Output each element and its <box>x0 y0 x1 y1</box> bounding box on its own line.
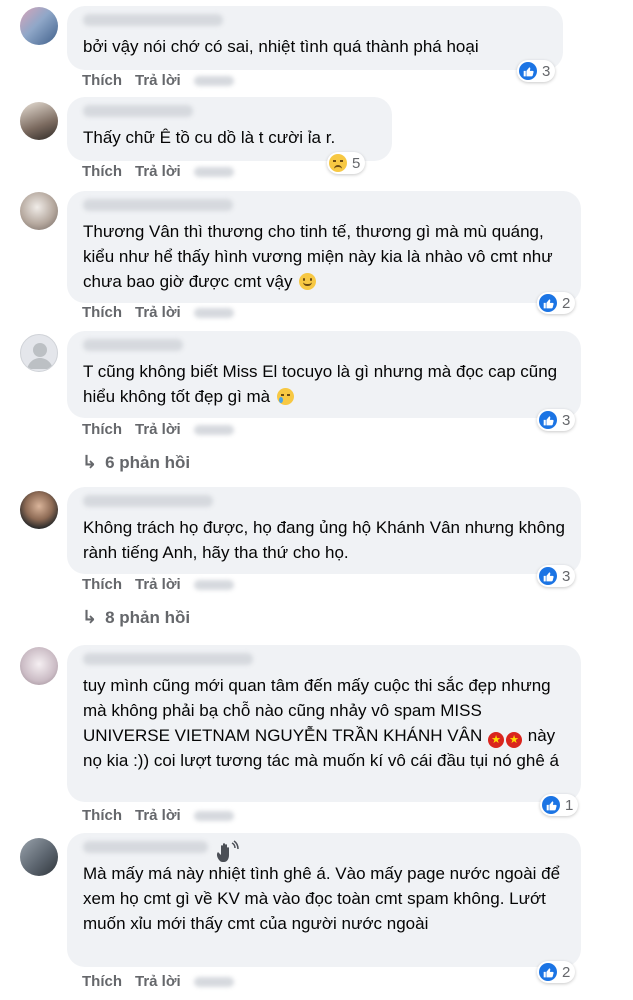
reaction-summary[interactable]: 5 <box>327 152 366 174</box>
author-name-blurred[interactable] <box>83 653 253 665</box>
reply-button[interactable]: Trả lời <box>135 807 181 824</box>
reaction-summary[interactable]: 2 <box>537 961 576 983</box>
comment-text: Thấy chữ Ê tồ cu dồ là t cười ỉa r. <box>83 128 336 147</box>
timestamp-blurred[interactable] <box>193 977 234 988</box>
like-button[interactable]: Thích <box>82 576 122 593</box>
timestamp-blurred[interactable] <box>193 811 234 822</box>
reaction-count: 3 <box>562 567 571 585</box>
smile-emoji-icon <box>299 273 317 290</box>
like-button[interactable]: Thích <box>82 72 122 89</box>
vietnam-flag-icon: ★ <box>506 732 522 748</box>
like-button[interactable]: Thích <box>82 163 122 180</box>
author-name-blurred[interactable] <box>83 14 223 26</box>
like-button[interactable]: Thích <box>82 421 122 438</box>
author-name-blurred[interactable] <box>83 495 213 507</box>
avatar[interactable] <box>20 491 58 529</box>
reply-arrow-icon: ↳ <box>82 607 98 627</box>
vietnam-flag-icon: ★ <box>488 732 504 748</box>
reaction-count: 2 <box>562 963 571 981</box>
timestamp-blurred[interactable] <box>193 76 234 87</box>
comment-actions: Thích Trả lời <box>82 421 247 438</box>
reaction-count: 5 <box>352 154 361 172</box>
reply-button[interactable]: Trả lời <box>135 163 181 180</box>
comment-bubble: tuy mình cũng mới quan tâm đến mấy cuộc … <box>67 645 581 802</box>
reaction-summary[interactable]: 3 <box>537 565 576 587</box>
reply-button[interactable]: Trả lời <box>135 973 181 990</box>
avatar[interactable] <box>20 838 58 876</box>
author-name-blurred[interactable] <box>83 199 233 211</box>
timestamp-blurred[interactable] <box>193 167 234 178</box>
reaction-count: 1 <box>565 796 574 814</box>
comment-text: Mà mấy má này nhiệt tình ghê á. Vào mấy … <box>83 864 565 933</box>
like-button[interactable]: Thích <box>82 304 122 321</box>
like-icon <box>539 567 557 585</box>
timestamp-blurred[interactable] <box>193 425 234 436</box>
comment-actions: Thích Trả lời <box>82 973 247 990</box>
like-icon <box>539 963 557 981</box>
comment-bubble: bởi vậy nói chớ có sai, nhiệt tình quá t… <box>67 6 563 70</box>
reaction-count: 3 <box>562 411 571 429</box>
comment-bubble: Mà mấy má này nhiệt tình ghê á. Vào mấy … <box>67 833 581 967</box>
timestamp-blurred[interactable] <box>193 308 234 319</box>
like-icon <box>519 62 537 80</box>
author-name-blurred[interactable] <box>83 339 183 351</box>
replies-count: 6 phản hồi <box>105 452 191 472</box>
view-replies-link[interactable]: ↳ 8 phản hồi <box>82 607 190 628</box>
comment-actions: Thích Trả lời <box>82 72 247 89</box>
author-name-blurred[interactable] <box>83 841 208 853</box>
comment-bubble: T cũng không biết Miss El tocuyo là gì n… <box>67 331 581 418</box>
comment-actions: Thích Trả lời <box>82 304 247 321</box>
comment-bubble: Không trách họ được, họ đang ủng hộ Khán… <box>67 487 581 574</box>
sad-icon <box>329 154 347 172</box>
avatar[interactable] <box>20 102 58 140</box>
comment-text: tuy mình cũng mới quan tâm đến mấy cuộc … <box>83 676 560 770</box>
view-replies-link[interactable]: ↳ 6 phản hồi <box>82 452 190 473</box>
comment-actions: Thích Trả lời <box>82 163 247 180</box>
reaction-summary[interactable]: 2 <box>537 292 576 314</box>
comment-actions: Thích Trả lời <box>82 576 247 593</box>
like-icon <box>539 294 557 312</box>
reply-button[interactable]: Trả lời <box>135 304 181 321</box>
sweat-emoji-icon <box>276 388 294 405</box>
reply-arrow-icon: ↳ <box>82 452 98 472</box>
like-icon <box>542 796 560 814</box>
reply-button[interactable]: Trả lời <box>135 72 181 89</box>
author-name-blurred[interactable] <box>83 105 193 117</box>
replies-count: 8 phản hồi <box>105 607 191 627</box>
reaction-summary[interactable]: 3 <box>537 409 576 431</box>
reply-button[interactable]: Trả lời <box>135 576 181 593</box>
like-button[interactable]: Thích <box>82 973 122 990</box>
like-icon <box>539 411 557 429</box>
comment-actions: Thích Trả lời <box>82 807 247 824</box>
avatar[interactable] <box>20 192 58 230</box>
avatar[interactable] <box>20 647 58 685</box>
comment-text: bởi vậy nói chớ có sai, nhiệt tình quá t… <box>83 37 479 56</box>
avatar-default[interactable] <box>20 334 58 372</box>
comment-text: T cũng không biết Miss El tocuyo là gì n… <box>83 362 562 406</box>
comment-bubble: Thương Vân thì thương cho tinh tế, thươn… <box>67 191 581 303</box>
avatar[interactable] <box>20 7 58 45</box>
comment-text: Không trách họ được, họ đang ủng hộ Khán… <box>83 518 570 562</box>
reaction-count: 2 <box>562 294 571 312</box>
comment-text: Thương Vân thì thương cho tinh tế, thươn… <box>83 222 558 291</box>
reaction-summary[interactable]: 3 <box>517 60 556 82</box>
reaction-count: 3 <box>542 62 551 80</box>
waving-hand-icon <box>216 840 239 862</box>
reaction-summary[interactable]: 1 <box>540 794 579 816</box>
timestamp-blurred[interactable] <box>193 580 234 591</box>
reply-button[interactable]: Trả lời <box>135 421 181 438</box>
like-button[interactable]: Thích <box>82 807 122 824</box>
